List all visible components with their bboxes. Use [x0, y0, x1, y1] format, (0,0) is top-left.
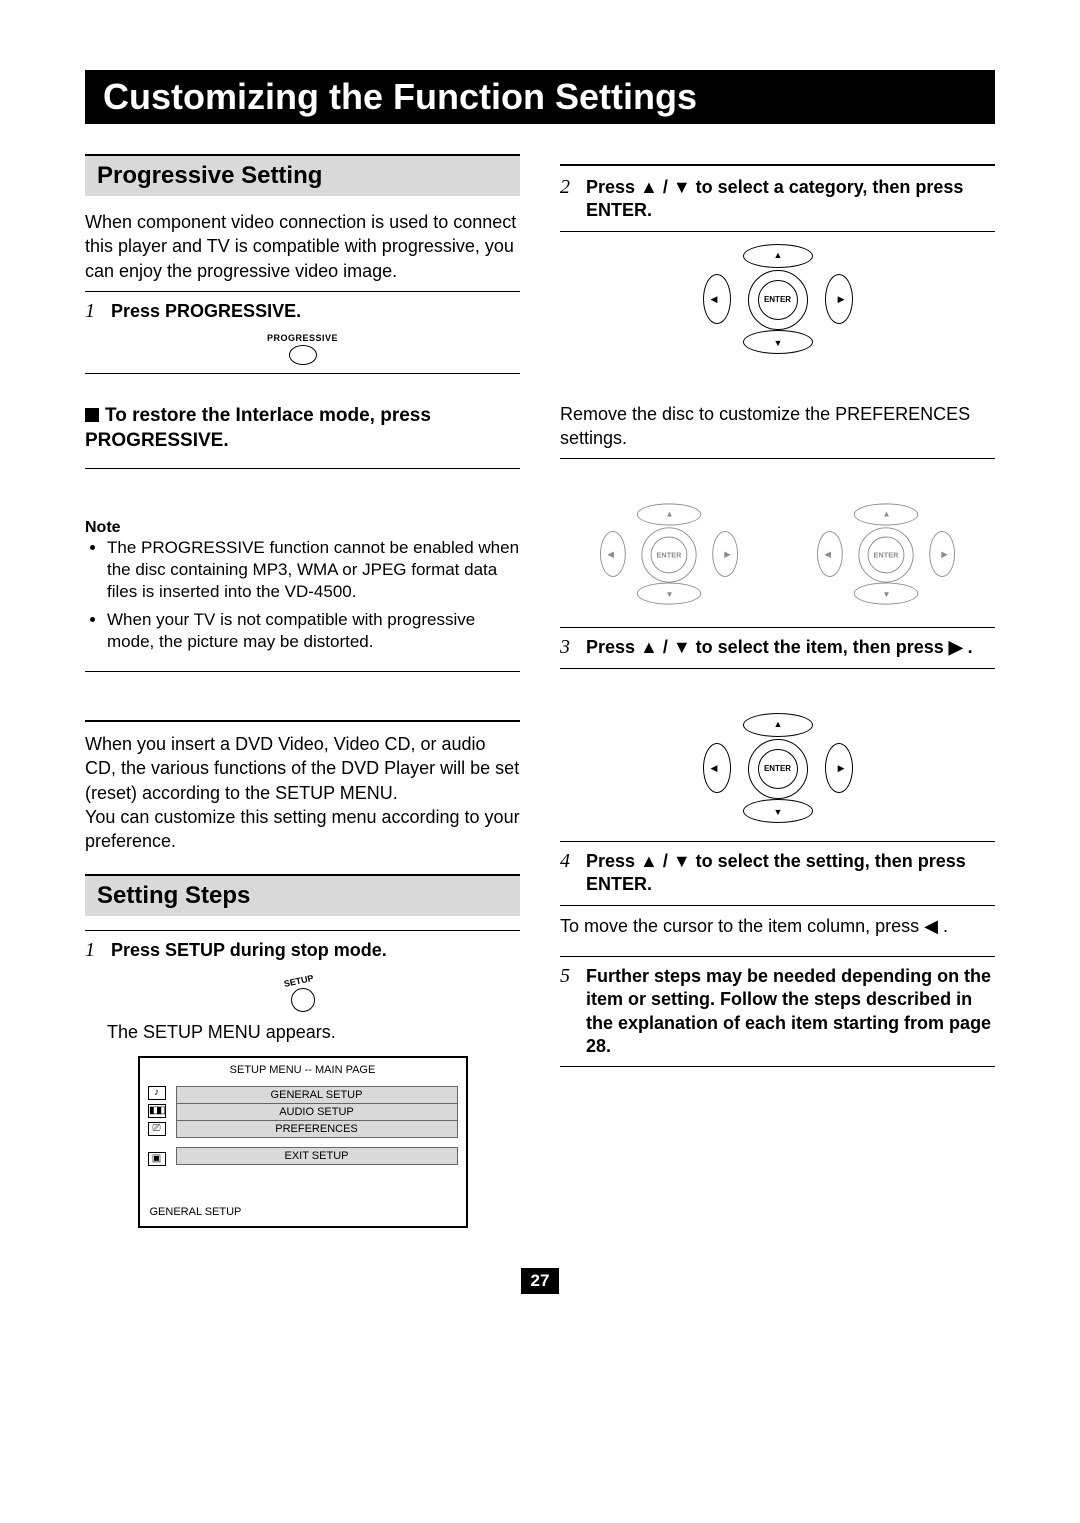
- manual-page: Customizing the Function Settings Progre…: [0, 0, 1080, 1334]
- enter-button: ENTER: [758, 280, 798, 320]
- step-number: 4: [560, 850, 576, 873]
- menu-icon-column: ♪ ◧◧ ⎚ ▣: [148, 1086, 170, 1166]
- right-column: 2 Press ▲ / ▼ to select a category, then…: [560, 154, 995, 1228]
- remote-navpad-diagram: ENTER ▲ ▼ ◀ ▶: [698, 244, 858, 354]
- triangle-left-icon: ◀: [711, 294, 718, 305]
- menu-item: GENERAL SETUP: [176, 1086, 458, 1104]
- divider: [560, 905, 995, 906]
- setup-button-diagram: SETUP: [85, 972, 520, 1012]
- button-icon: [289, 345, 317, 365]
- step-number: 1: [85, 939, 101, 962]
- menu-footer: GENERAL SETUP: [140, 1170, 466, 1226]
- triangle-right-icon: ▶: [838, 294, 845, 305]
- divider: [560, 841, 995, 842]
- square-bullet-icon: [85, 408, 99, 422]
- label: Press: [111, 301, 165, 321]
- divider: [85, 671, 520, 672]
- step-text: Press SETUP during stop mode.: [111, 939, 520, 962]
- page-number-wrap: 27: [85, 1268, 995, 1294]
- step-number: 2: [560, 176, 576, 199]
- divider: [560, 956, 995, 957]
- menu-title: SETUP MENU -- MAIN PAGE: [140, 1058, 466, 1086]
- menu-item: AUDIO SETUP: [176, 1103, 458, 1121]
- divider: [560, 231, 995, 232]
- step-4: 4 Press ▲ / ▼ to select the setting, the…: [560, 850, 995, 897]
- step-text: Press ▲ / ▼ to select the setting, then …: [586, 850, 995, 897]
- menu-item-exit: EXIT SETUP: [176, 1147, 458, 1165]
- button-label: SETUP: [283, 973, 314, 989]
- divider: [560, 627, 995, 628]
- dolby-icon: ◧◧: [148, 1104, 166, 1118]
- note-item: The PROGRESSIVE function cannot be enabl…: [107, 537, 520, 603]
- step-number: 5: [560, 965, 576, 988]
- note-list: The PROGRESSIVE function cannot be enabl…: [85, 537, 520, 653]
- divider: [560, 458, 995, 459]
- divider: [85, 291, 520, 292]
- page-number: 27: [521, 1268, 560, 1294]
- menu-item: PREFERENCES: [176, 1120, 458, 1138]
- section-progressive-setting: Progressive Setting: [85, 154, 520, 196]
- step-number: 1: [85, 300, 101, 323]
- speaker-icon: ♪: [148, 1086, 166, 1100]
- remove-disc-text: Remove the disc to customize the PREFERE…: [560, 402, 995, 451]
- menu-body: ♪ ◧◧ ⎚ ▣ GENERAL SETUP AUDIO SETUP PREFE…: [140, 1086, 466, 1170]
- setup-menu-screenshot: SETUP MENU -- MAIN PAGE ♪ ◧◧ ⎚ ▣ GENERAL…: [138, 1056, 468, 1228]
- menu-items: GENERAL SETUP AUDIO SETUP PREFERENCES EX…: [176, 1086, 458, 1166]
- restore-interlace-heading: To restore the Interlace mode, press PRO…: [85, 404, 520, 453]
- divider: [560, 668, 995, 669]
- step-press-setup: 1 Press SETUP during stop mode.: [85, 939, 520, 962]
- two-column-layout: Progressive Setting When component video…: [85, 154, 995, 1228]
- remote-navpad-diagram-gray: ENTER ▲▼◀ ▶: [813, 504, 960, 605]
- cursor-move-text: To move the cursor to the item column, p…: [560, 914, 995, 938]
- step-2: 2 Press ▲ / ▼ to select a category, then…: [560, 176, 995, 223]
- triangle-up-icon: ▲: [774, 250, 783, 260]
- dvd-intro-text: When you insert a DVD Video, Video CD, o…: [85, 732, 520, 853]
- remote-navpad-diagram-gray: ENTER ▲▼◀▶: [595, 504, 742, 605]
- remote-navpad-diagram: ENTER ▲▼◀▶: [698, 713, 858, 823]
- step-5: 5 Further steps may be needed depending …: [560, 965, 995, 1059]
- page-title-bar: Customizing the Function Settings: [85, 70, 995, 124]
- divider: [85, 930, 520, 931]
- exit-icon: ▣: [148, 1152, 166, 1166]
- triangle-down-icon: ▼: [774, 338, 783, 348]
- note-item: When your TV is not compatible with prog…: [107, 609, 520, 653]
- step-number: 3: [560, 636, 576, 659]
- note-heading: Note: [85, 519, 520, 537]
- restore-text: To restore the Interlace mode, press PRO…: [85, 405, 431, 451]
- setup-menu-appears-text: The SETUP MENU appears.: [85, 1020, 520, 1044]
- step-text: Press PROGRESSIVE.: [111, 300, 520, 323]
- remote-pair-diagram: ENTER ▲▼◀▶ ENTER ▲▼◀ ▶: [560, 487, 995, 621]
- divider: [85, 720, 520, 722]
- enter-button: ENTER: [758, 749, 798, 789]
- button-label: PROGRESSIVE: [85, 333, 520, 343]
- divider: [85, 468, 520, 469]
- label-bold: PROGRESSIVE.: [165, 301, 301, 321]
- progressive-button-diagram: PROGRESSIVE: [85, 333, 520, 365]
- divider: [85, 373, 520, 374]
- step-text: Press ▲ / ▼ to select the item, then pre…: [586, 636, 995, 659]
- step-text: Press ▲ / ▼ to select a category, then p…: [586, 176, 995, 223]
- button-icon: [291, 988, 315, 1012]
- section-setting-steps: Setting Steps: [85, 874, 520, 916]
- progressive-intro-text: When component video connection is used …: [85, 210, 520, 283]
- step-3: 3 Press ▲ / ▼ to select the item, then p…: [560, 636, 995, 659]
- caption-icon: ⎚: [148, 1122, 166, 1136]
- step-press-progressive: 1 Press PROGRESSIVE.: [85, 300, 520, 323]
- divider: [560, 164, 995, 166]
- left-column: Progressive Setting When component video…: [85, 154, 520, 1228]
- divider: [560, 1066, 995, 1067]
- step-text: Further steps may be needed depending on…: [586, 965, 995, 1059]
